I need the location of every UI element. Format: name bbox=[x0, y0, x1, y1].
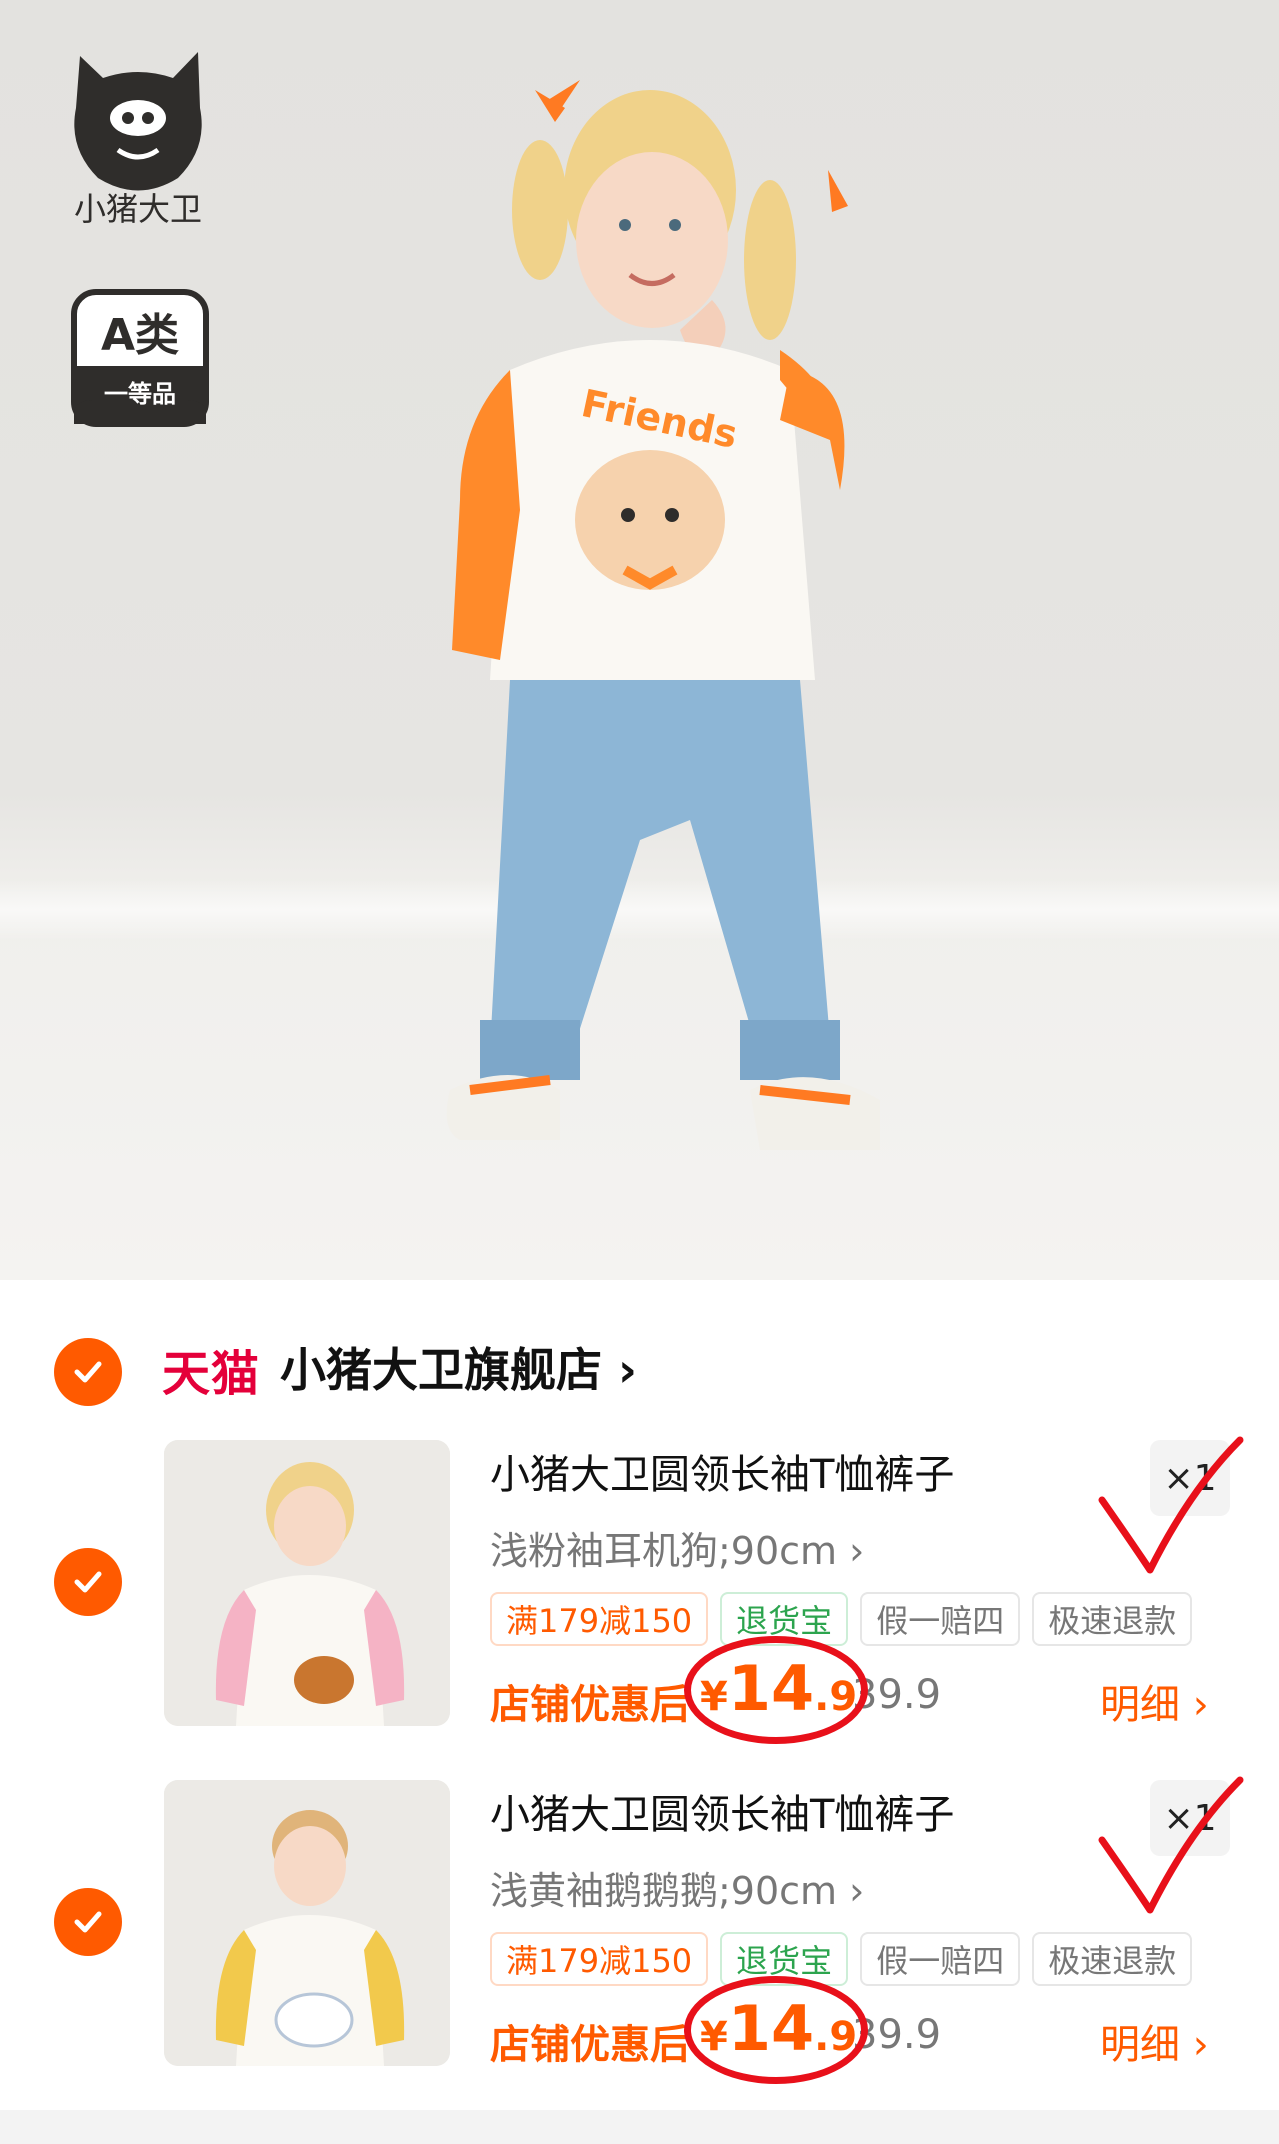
sku-selector[interactable]: 浅粉袖耳机狗;90cm › bbox=[490, 1520, 864, 1575]
product-thumbnail[interactable] bbox=[164, 1780, 450, 2066]
service-tags: 满179减150 退货宝 假一赔四 极速退款 bbox=[490, 1932, 1193, 1986]
chevron-right-icon: › bbox=[849, 1529, 865, 1573]
chevron-right-icon: › bbox=[1192, 1682, 1209, 1728]
cart-store-section: 天猫 小猪大卫旗舰店 › 小猪大卫圆领长袖T恤裤子 ×1 浅粉袖耳机狗;90cm… bbox=[0, 1280, 1279, 2144]
red-checkmark-annotation bbox=[1098, 1776, 1244, 1914]
tag-authentic: 假一赔四 bbox=[860, 1592, 1021, 1646]
tag-fast-refund: 极速退款 bbox=[1032, 1592, 1193, 1646]
red-circle-annotation bbox=[684, 1976, 868, 2084]
chevron-right-icon: › bbox=[849, 1869, 865, 1913]
item-title[interactable]: 小猪大卫圆领长袖T恤裤子 bbox=[490, 1782, 954, 1840]
item-select-checkbox[interactable] bbox=[54, 1548, 122, 1616]
red-checkmark-annotation bbox=[1098, 1436, 1244, 1574]
product-thumbnail[interactable] bbox=[164, 1440, 450, 1726]
promo-label: 店铺优惠后 bbox=[490, 2022, 690, 2068]
item-select-checkbox[interactable] bbox=[54, 1888, 122, 1956]
model-child-illustration: Friends bbox=[446, 80, 880, 1150]
grade-badge-bottom-text: 一等品 bbox=[104, 380, 176, 408]
brand-logo-text: 小猪大卫 bbox=[74, 190, 202, 228]
service-tags: 满179减150 退货宝 假一赔四 极速退款 bbox=[490, 1592, 1193, 1646]
store-name: 小猪大卫旗舰店 bbox=[280, 1343, 602, 1397]
item-title[interactable]: 小猪大卫圆领长袖T恤裤子 bbox=[490, 1442, 954, 1500]
bottom-divider bbox=[0, 2110, 1279, 2144]
tag-discount: 满179减150 bbox=[490, 1932, 709, 1986]
red-circle-annotation bbox=[684, 1636, 868, 1744]
chevron-right-icon: › bbox=[1192, 2022, 1209, 2068]
price-detail-link[interactable]: 明细 › bbox=[1100, 1672, 1209, 1730]
detail-label: 明细 bbox=[1100, 1682, 1180, 1728]
grade-a-badge: A类 一等品 bbox=[71, 289, 209, 427]
grade-badge-top-text: A类 bbox=[101, 310, 179, 361]
chevron-right-icon: › bbox=[618, 1343, 637, 1397]
tag-authentic: 假一赔四 bbox=[860, 1932, 1021, 1986]
sku-text: 浅粉袖耳机狗;90cm bbox=[490, 1529, 838, 1573]
sku-selector[interactable]: 浅黄袖鹅鹅鹅;90cm › bbox=[490, 1860, 864, 1915]
sku-text: 浅黄袖鹅鹅鹅;90cm bbox=[490, 1869, 838, 1913]
check-icon bbox=[74, 1911, 102, 1933]
cart-item: 小猪大卫圆领长袖T恤裤子 ×1 浅黄袖鹅鹅鹅;90cm › 满179减150 退… bbox=[0, 1776, 1279, 2084]
check-icon bbox=[74, 1571, 102, 1593]
promo-label: 店铺优惠后 bbox=[490, 1682, 690, 1728]
cart-item: 小猪大卫圆领长袖T恤裤子 ×1 浅粉袖耳机狗;90cm › 满179减150 退… bbox=[0, 1436, 1279, 1744]
price-detail-link[interactable]: 明细 › bbox=[1100, 2012, 1209, 2070]
store-name-link[interactable]: 小猪大卫旗舰店 › bbox=[280, 1334, 637, 1400]
store-select-checkbox[interactable] bbox=[54, 1338, 122, 1406]
detail-label: 明细 bbox=[1100, 2022, 1180, 2068]
tag-discount: 满179减150 bbox=[490, 1592, 709, 1646]
tag-fast-refund: 极速退款 bbox=[1032, 1932, 1193, 1986]
brand-logo: 小猪大卫 bbox=[74, 52, 202, 228]
store-header: 天猫 小猪大卫旗舰店 › bbox=[0, 1280, 1279, 1410]
check-icon bbox=[74, 1361, 102, 1383]
product-hero-image: 小猪大卫 A类 一等品 Friends bbox=[0, 0, 1279, 1280]
tmall-logo: 天猫 bbox=[162, 1348, 261, 1401]
